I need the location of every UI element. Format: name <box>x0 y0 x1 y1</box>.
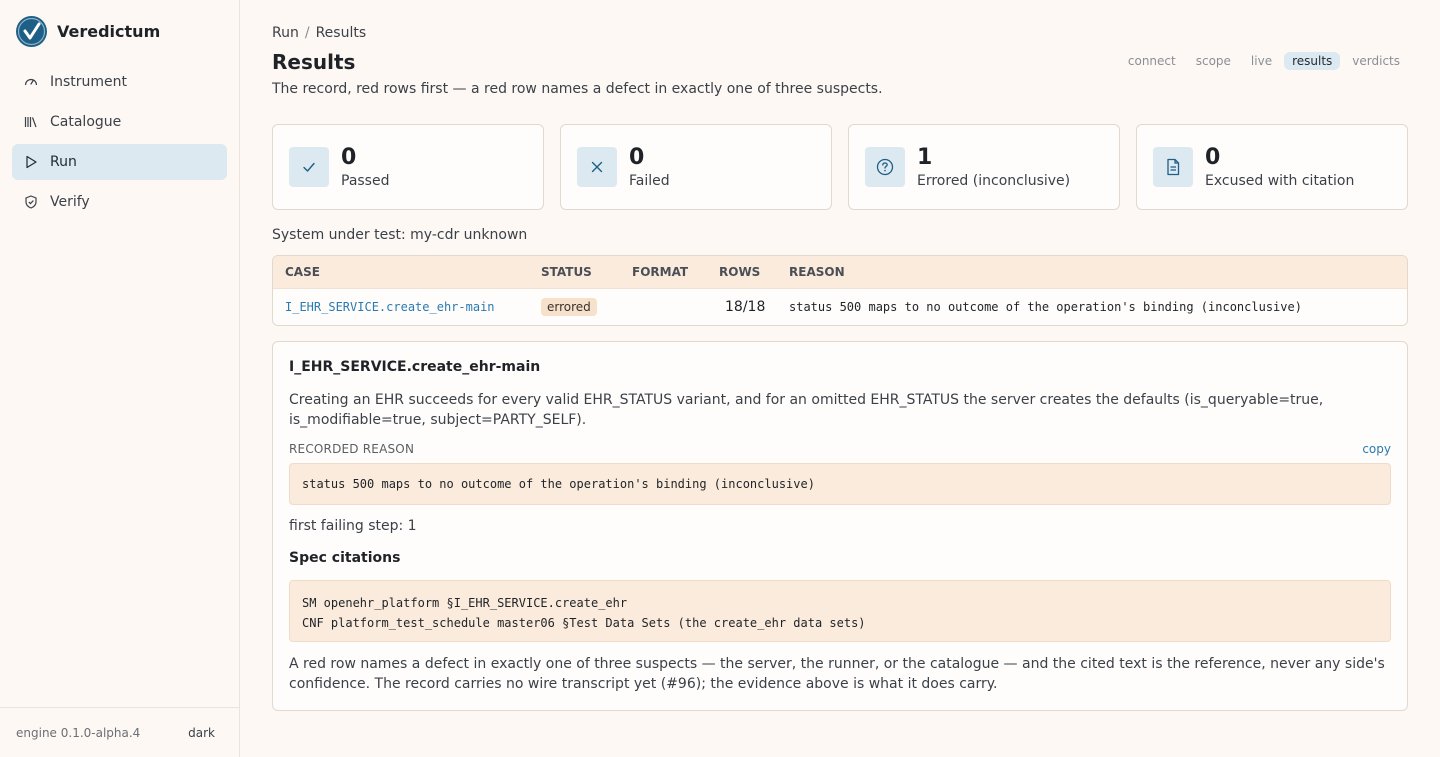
sidebar-nav: Instrument Catalogue Run Verify <box>12 64 227 224</box>
citation-line: CNF platform_test_schedule master06 §Tes… <box>302 616 866 630</box>
spec-citations-title: Spec citations <box>289 550 401 566</box>
status-badge: errored <box>541 298 597 316</box>
step-results[interactable]: results <box>1284 52 1341 70</box>
stat-label: Excused with citation <box>1205 173 1355 189</box>
results-table: CASE STATUS FORMAT ROWS REASON I_EHR_SER… <box>272 255 1408 326</box>
sidebar-item-label: Run <box>50 154 77 170</box>
x-icon <box>577 147 617 187</box>
detail-note: A red row names a defect in exactly one … <box>289 656 1385 692</box>
stats-row: 0 Passed 0 Failed 1 Errored (inconclusiv… <box>272 124 1408 210</box>
library-icon <box>24 115 38 129</box>
app-name: Veredictum <box>57 22 161 41</box>
reason-cell: status 500 maps to no outcome of the ope… <box>789 300 1302 314</box>
brand[interactable]: Veredictum <box>16 16 160 47</box>
detail-description: Creating an EHR succeeds for every valid… <box>289 392 1324 428</box>
recorded-reason-text: status 500 maps to no outcome of the ope… <box>302 477 815 491</box>
sidebar-item-label: Verify <box>50 194 90 210</box>
sidebar-footer: engine 0.1.0-alpha.4 dark <box>0 707 239 757</box>
stat-value: 1 <box>917 145 933 170</box>
step-scope[interactable]: scope <box>1188 52 1239 70</box>
shield-check-icon <box>24 195 38 209</box>
case-link[interactable]: I_EHR_SERVICE.create_ehr-main <box>285 300 495 314</box>
check-icon <box>289 147 329 187</box>
sidebar-item-catalogue[interactable]: Catalogue <box>12 104 227 140</box>
system-under-test: System under test: my-cdr unknown <box>272 227 528 243</box>
stat-label: Passed <box>341 173 390 189</box>
stat-card-passed: 0 Passed <box>272 124 544 210</box>
step-nav: connect scope live results verdicts <box>1120 52 1408 70</box>
breadcrumb: Run / Results <box>272 25 366 41</box>
sidebar-item-instrument[interactable]: Instrument <box>12 64 227 100</box>
breadcrumb-current: Results <box>315 25 367 41</box>
breadcrumb-separator: / <box>304 25 310 41</box>
theme-toggle-button[interactable]: dark <box>188 726 215 740</box>
checkmark-logo-icon <box>16 16 47 47</box>
spec-citations-box: SM openehr_platform §I_EHR_SERVICE.creat… <box>289 580 1391 642</box>
page-subtitle: The record, red rows first — a red row n… <box>272 81 883 97</box>
rows-count: 18/18 <box>725 299 766 315</box>
step-verdicts[interactable]: verdicts <box>1344 52 1408 70</box>
citation-line: SM openehr_platform §I_EHR_SERVICE.creat… <box>302 596 628 610</box>
column-header-case: CASE <box>285 265 320 279</box>
first-failing-step: first failing step: 1 <box>289 518 417 534</box>
table-row[interactable]: I_EHR_SERVICE.create_ehr-main errored 18… <box>273 288 1407 325</box>
column-header-reason: REASON <box>789 265 845 279</box>
sidebar-item-run[interactable]: Run <box>12 144 227 180</box>
stat-label: Failed <box>629 173 670 189</box>
copy-button[interactable]: copy <box>1362 442 1391 456</box>
question-circle-icon <box>865 147 905 187</box>
stat-card-failed: 0 Failed <box>560 124 832 210</box>
stat-value: 0 <box>1205 145 1221 170</box>
gauge-icon <box>24 75 38 89</box>
recorded-reason-label: RECORDED REASON <box>289 442 415 456</box>
stat-card-errored: 1 Errored (inconclusive) <box>848 124 1120 210</box>
recorded-reason-box: status 500 maps to no outcome of the ope… <box>289 463 1391 505</box>
stat-label: Errored (inconclusive) <box>917 173 1071 189</box>
engine-version: engine 0.1.0-alpha.4 <box>16 725 141 740</box>
table-header: CASE STATUS FORMAT ROWS REASON <box>273 256 1407 288</box>
sidebar-item-verify[interactable]: Verify <box>12 184 227 220</box>
stat-value: 0 <box>629 145 645 170</box>
step-connect[interactable]: connect <box>1120 52 1184 70</box>
play-icon <box>24 155 38 169</box>
column-header-rows: ROWS <box>719 265 761 279</box>
stat-card-excused: 0 Excused with citation <box>1136 124 1408 210</box>
step-live[interactable]: live <box>1243 52 1280 70</box>
stat-value: 0 <box>341 145 357 170</box>
sidebar-item-label: Instrument <box>50 74 128 90</box>
detail-title: I_EHR_SERVICE.create_ehr-main <box>289 359 541 375</box>
breadcrumb-parent[interactable]: Run <box>272 25 299 41</box>
document-icon <box>1153 147 1193 187</box>
column-header-status: STATUS <box>541 265 592 279</box>
column-header-format: FORMAT <box>632 265 689 279</box>
page-title: Results <box>272 50 356 74</box>
sidebar: Veredictum Instrument Catalogue Run Veri… <box>0 0 240 757</box>
sidebar-item-label: Catalogue <box>50 114 122 130</box>
case-detail-panel: I_EHR_SERVICE.create_ehr-main Creating a… <box>272 341 1408 711</box>
